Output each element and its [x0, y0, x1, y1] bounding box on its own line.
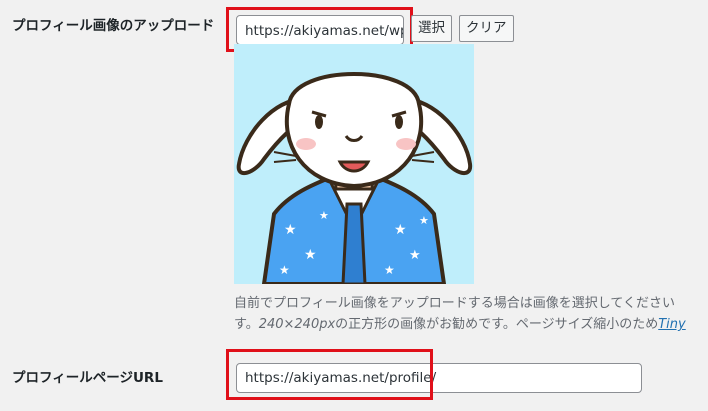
svg-text:★: ★: [304, 247, 317, 263]
clear-button[interactable]: クリア: [459, 15, 514, 42]
description-prefix: す。: [234, 317, 259, 332]
upload-description: 自前でプロフィール画像をアップロードする場合は画像を選択してください す。240…: [234, 293, 708, 335]
description-size: 240×240px: [258, 317, 336, 332]
description-line-2: す。240×240pxの正方形の画像がお勧めです。ページサイズ縮小のためTiny: [234, 314, 708, 335]
svg-text:★: ★: [394, 222, 407, 238]
profile-page-label: プロフィールページURL: [12, 370, 163, 386]
upload-label: プロフィール画像のアップロード: [12, 18, 215, 34]
svg-text:★: ★: [284, 222, 297, 238]
tiny-link[interactable]: Tiny: [658, 317, 686, 332]
svg-text:★: ★: [419, 214, 429, 227]
description-mid: の正方形の画像がお勧めです。ページサイズ縮小のため: [335, 317, 659, 332]
svg-text:★: ★: [319, 209, 329, 222]
select-button[interactable]: 選択: [411, 15, 452, 42]
svg-text:★: ★: [409, 248, 421, 263]
avatar-preview: ★ ★ ★ ★ ★ ★ ★ ★: [234, 44, 474, 284]
svg-text:★: ★: [384, 263, 395, 277]
description-line-1: 自前でプロフィール画像をアップロードする場合は画像を選択してください: [234, 296, 675, 311]
svg-text:★: ★: [279, 263, 290, 277]
profile-image-url-input[interactable]: https://akiyamas.net/wp: [236, 15, 404, 45]
profile-page-url-input[interactable]: https://akiyamas.net/profile/: [236, 363, 642, 393]
